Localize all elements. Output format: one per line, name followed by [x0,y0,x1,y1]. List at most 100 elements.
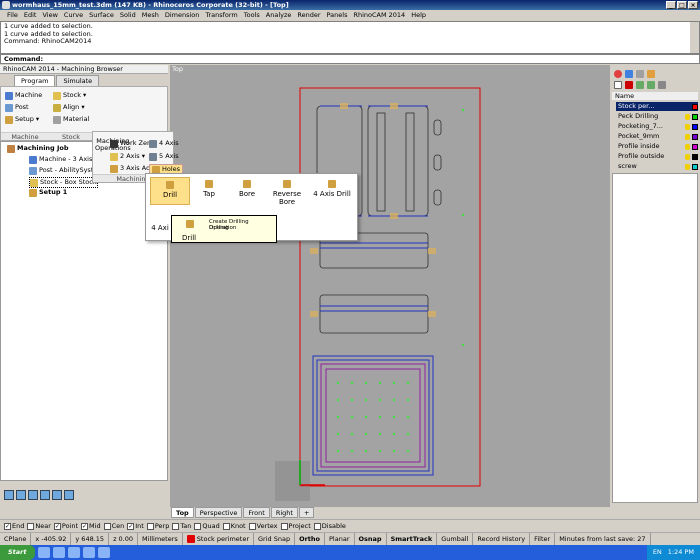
lightbulb-icon[interactable] [685,123,690,130]
tree-post[interactable]: Post - AbilitySyste [29,166,97,175]
four-axis-item-partial[interactable]: 4 Axi [150,224,170,232]
tab-right-view[interactable]: Right [270,507,298,518]
drill-item[interactable]: Drill [150,177,190,205]
osnap-project[interactable]: Project [280,522,311,530]
new-layer-icon[interactable] [614,81,622,89]
record-history-toggle[interactable]: Record History [473,532,531,545]
generate-icon[interactable] [4,490,14,500]
layer-row[interactable]: screw [616,162,698,171]
bore-item[interactable]: Bore [230,180,264,198]
setup-button[interactable]: Setup ▾ [5,115,39,124]
osnap-tan[interactable]: Tan [172,522,191,530]
layer-color-swatch[interactable] [692,143,698,150]
osnap-perp[interactable]: Perp [146,522,169,530]
toolpath-icon[interactable] [40,490,50,500]
info-icon[interactable] [64,490,74,500]
post-button[interactable]: Post [5,103,29,112]
layer-row[interactable]: Peck Drilling [616,112,698,121]
two-axis-button[interactable]: 2 Axis ▾ [110,152,145,161]
osnap-vertex[interactable]: Vertex [248,522,278,530]
menu-render[interactable]: Render [294,10,323,21]
menu-curve[interactable]: Curve [61,10,86,21]
reverse-bore-item[interactable]: Reverse Bore [268,180,306,206]
planar-toggle[interactable]: Planar [325,532,355,545]
tree-setup[interactable]: Setup 1 [29,188,67,197]
add-view-tab-button[interactable]: + [298,507,315,518]
taskbar-app-icon[interactable] [52,547,65,558]
layer-color-swatch[interactable] [692,163,698,170]
ortho-toggle[interactable]: Ortho [295,532,326,545]
gumball-toggle[interactable]: Gumball [437,532,474,545]
menu-tools[interactable]: Tools [241,10,263,21]
language-indicator[interactable]: EN [653,545,662,560]
osnap-toggle[interactable]: Osnap [355,532,387,545]
viewport-top[interactable]: Top [170,65,610,507]
layer-row[interactable]: Pocket_9mm [616,132,698,141]
menu-help[interactable]: Help [408,10,429,21]
osnap-disable[interactable]: Disable [313,522,346,530]
layer-color-swatch[interactable] [692,113,698,120]
four-axis-drill-item[interactable]: 4 Axis Drill [309,180,355,198]
close-button[interactable]: × [688,1,698,9]
layer-color-swatch[interactable] [692,103,698,110]
tab-simulate[interactable]: Simulate [56,75,100,86]
tap-item[interactable]: Tap [194,180,224,198]
start-button[interactable]: Start [0,545,35,560]
menu-mesh[interactable]: Mesh [139,10,162,21]
layer-row[interactable]: Pocketing_7... [616,122,698,131]
move-down-icon[interactable] [647,81,655,89]
help-icon[interactable] [647,70,655,78]
osnap-quad[interactable]: Quad [194,522,220,530]
machine-button[interactable]: Machine [5,91,42,100]
taskbar-app-icon[interactable] [37,547,50,558]
layer-row[interactable]: Profile outside [616,152,698,161]
align-button[interactable]: Align ▾ [53,103,85,112]
delete-layer-icon[interactable] [625,81,633,89]
menu-solid[interactable]: Solid [117,10,139,21]
osnap-point[interactable]: ✓ Point [53,522,78,530]
tree-machining-job[interactable]: Machining Job [7,144,69,153]
simulate-icon[interactable] [16,490,26,500]
work-zero-button[interactable]: Work Zero [110,139,153,148]
lightbulb-icon[interactable] [685,163,690,170]
grid-snap-toggle[interactable]: Grid Snap [254,532,296,545]
osnap-cen[interactable]: Cen [103,522,124,530]
minimize-button[interactable]: _ [666,1,676,9]
taskbar-app-icon[interactable] [67,547,80,558]
lightbulb-icon[interactable] [685,113,690,120]
layer-color-swatch[interactable] [692,133,698,140]
menu-file[interactable]: File [4,10,21,21]
osnap-knot[interactable]: Knot [222,522,246,530]
menu-edit[interactable]: Edit [21,10,40,21]
lightbulb-icon[interactable] [685,143,690,150]
menu-dimension[interactable]: Dimension [162,10,203,21]
filter-toggle[interactable]: Filter [530,532,556,545]
osnap-int[interactable]: ✓ Int [127,522,144,530]
post-process-icon[interactable] [28,490,38,500]
maximize-button[interactable]: □ [677,1,687,9]
tab-perspective-view[interactable]: Perspective [194,507,243,518]
menu-analyze[interactable]: Analyze [263,10,295,21]
color-icon[interactable] [614,70,622,78]
menu-transform[interactable]: Transform [202,10,240,21]
material-button[interactable]: Material [53,115,89,124]
cplane-status[interactable]: CPlane [0,532,32,545]
layer-row[interactable]: Stock per... [616,102,698,111]
smarttrack-toggle[interactable]: SmartTrack [387,532,438,545]
lightbulb-icon[interactable] [685,133,690,140]
tab-top-view[interactable]: Top [171,507,194,518]
units-status[interactable]: Millimeters [138,532,183,545]
menu-view[interactable]: View [39,10,60,21]
osnap-mid[interactable]: ✓ Mid [81,522,101,530]
four-axis-button[interactable]: 4 Axis [149,139,179,148]
five-axis-button[interactable]: 5 Axis [149,152,179,161]
layer-color-swatch[interactable] [692,153,698,160]
tab-program[interactable]: Program [14,75,56,86]
menu-panels[interactable]: Panels [324,10,351,21]
stock-button[interactable]: Stock ▾ [53,91,86,100]
osnap-near[interactable]: Near [27,522,51,530]
filter-icon[interactable] [658,81,666,89]
display-icon[interactable] [636,70,644,78]
lightbulb-icon[interactable] [685,153,690,160]
command-prompt[interactable]: Command: [0,54,700,64]
